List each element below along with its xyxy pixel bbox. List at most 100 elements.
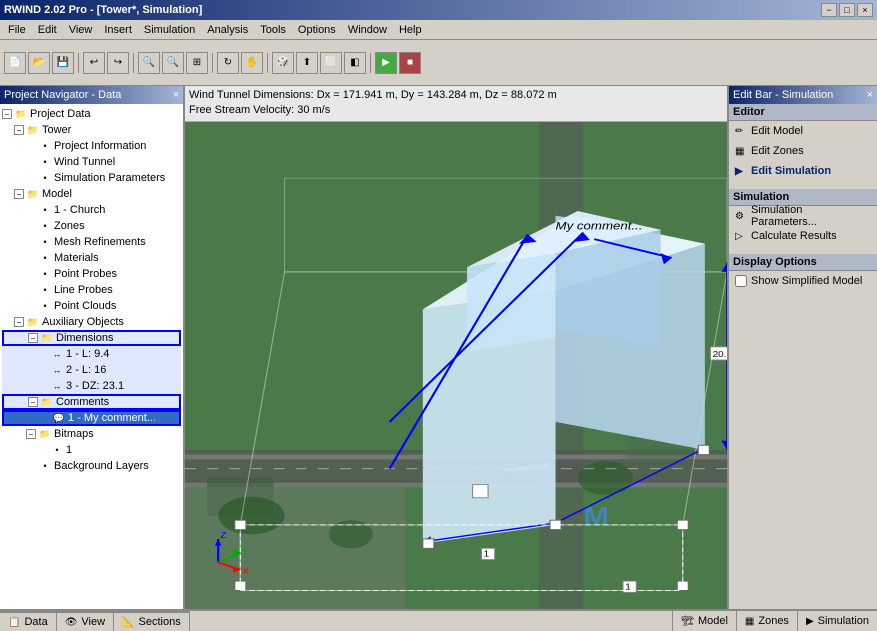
zones-tab[interactable]: ▦ Zones (736, 611, 797, 631)
tree-item-mesh-refinements[interactable]: •Mesh Refinements (2, 234, 181, 250)
expand-icon[interactable]: − (26, 429, 36, 439)
undo-btn[interactable]: ↩ (83, 52, 105, 74)
tree-label: Project Data (30, 108, 91, 120)
toolbar-sep-3 (212, 53, 213, 73)
tree-container[interactable]: −📁Project Data−📁Tower•Project Informatio… (0, 104, 183, 609)
menu-item-edit[interactable]: Edit (32, 22, 63, 38)
main-layout: Project Navigator - Data × −📁Project Dat… (0, 86, 877, 609)
toolbar-sep-1 (78, 53, 79, 73)
expand-icon[interactable]: − (14, 189, 24, 199)
tree-item-church[interactable]: •1 - Church (2, 202, 181, 218)
menu-item-insert[interactable]: Insert (98, 22, 138, 38)
rotate-btn[interactable]: ↻ (217, 52, 239, 74)
pan-btn[interactable]: ✋ (241, 52, 263, 74)
zoom-in-btn[interactable]: 🔍 (138, 52, 160, 74)
model-tab[interactable]: 🏗 Model (672, 611, 736, 631)
minimize-btn[interactable]: − (821, 3, 837, 17)
tree-item-model[interactable]: −📁Model (2, 186, 181, 202)
tree-item-dimensions[interactable]: −📁Dimensions (2, 330, 181, 346)
tree-item-dim1[interactable]: ↔1 - L: 9.4 (2, 346, 181, 362)
new-btn[interactable]: 📄 (4, 52, 26, 74)
edit-zones-btn[interactable]: ▦ Edit Zones (729, 141, 877, 161)
menu-item-view[interactable]: View (63, 22, 99, 38)
expand-icon[interactable]: − (28, 333, 38, 343)
tree-item-bitmaps[interactable]: −📁Bitmaps (2, 426, 181, 442)
calculate-results-btn[interactable]: ▷ Calculate Results (729, 226, 877, 246)
show-simplified-model-item[interactable]: Show Simplified Model (729, 271, 877, 291)
tree-item-tower[interactable]: −📁Tower (2, 122, 181, 138)
zones-tab-label: Zones (758, 615, 789, 627)
tree-item-point-probes[interactable]: •Point Probes (2, 266, 181, 282)
maximize-btn[interactable]: □ (839, 3, 855, 17)
tree-item-auxiliary-objects[interactable]: −📁Auxiliary Objects (2, 314, 181, 330)
edit-bar-close[interactable]: × (867, 89, 873, 101)
tree-item-wind-tunnel[interactable]: •Wind Tunnel (2, 154, 181, 170)
tree-item-point-clouds[interactable]: •Point Clouds (2, 298, 181, 314)
menu-item-simulation[interactable]: Simulation (138, 22, 201, 38)
display-options-section: Display Options (729, 254, 877, 271)
window-controls: − □ × (821, 3, 873, 17)
edit-model-btn[interactable]: ✏ Edit Model (729, 121, 877, 141)
item-icon: • (38, 459, 52, 473)
menu-item-help[interactable]: Help (393, 22, 428, 38)
svg-text:Y: Y (243, 547, 250, 556)
tree-item-background-layers[interactable]: •Background Layers (2, 458, 181, 474)
item-icon: • (38, 171, 52, 185)
status-bar: 📋 Data 👁 View 📐 Sections 🏗 Model ▦ Zones… (0, 609, 877, 631)
tree-item-project-info[interactable]: •Project Information (2, 138, 181, 154)
item-icon: • (38, 155, 52, 169)
simulation-params-btn[interactable]: ⚙ Simulation Parameters... (729, 206, 877, 226)
expand-icon[interactable]: − (28, 397, 38, 407)
simulation-tab-icon: ▶ (806, 616, 814, 627)
sections-tab[interactable]: 📐 Sections (114, 611, 190, 631)
view3d-btn[interactable]: 🎲 (272, 52, 294, 74)
save-btn[interactable]: 💾 (52, 52, 74, 74)
tree-item-materials[interactable]: •Materials (2, 250, 181, 266)
expand-icon[interactable]: − (14, 317, 24, 327)
tree-item-zones[interactable]: •Zones (2, 218, 181, 234)
show-simplified-checkbox[interactable] (735, 275, 747, 287)
tree-label: Mesh Refinements (54, 236, 146, 248)
3d-viewport[interactable]: M Promenade (185, 122, 727, 609)
simulation-tab[interactable]: ▶ Simulation (797, 611, 877, 631)
header-line1: Wind Tunnel Dimensions: Dx = 171.941 m, … (189, 88, 723, 103)
menu-item-file[interactable]: File (2, 22, 32, 38)
menu-item-window[interactable]: Window (342, 22, 393, 38)
tree-item-bitmap1[interactable]: •1 (2, 442, 181, 458)
open-btn[interactable]: 📂 (28, 52, 50, 74)
view-side-btn[interactable]: ◧ (344, 52, 366, 74)
edit-simulation-btn[interactable]: ▶ Edit Simulation (729, 161, 877, 181)
tree-item-line-probes[interactable]: •Line Probes (2, 282, 181, 298)
menu-item-options[interactable]: Options (292, 22, 342, 38)
zoom-fit-btn[interactable]: ⊞ (186, 52, 208, 74)
stop-btn[interactable]: ■ (399, 52, 421, 74)
menu-item-analysis[interactable]: Analysis (201, 22, 254, 38)
edit-bar-header: Edit Bar - Simulation × (729, 86, 877, 104)
menu-item-tools[interactable]: Tools (254, 22, 292, 38)
menu-bar: FileEditViewInsertSimulationAnalysisTool… (0, 20, 877, 40)
edit-zones-label: Edit Zones (751, 145, 804, 157)
zoom-out-btn[interactable]: 🔍 (162, 52, 184, 74)
data-tab[interactable]: 📋 Data (0, 611, 57, 631)
tree-item-comment1[interactable]: 💬1 - My comment... (2, 410, 181, 426)
viewport-panel: Wind Tunnel Dimensions: Dx = 171.941 m, … (185, 86, 727, 609)
toolbar: 📄 📂 💾 ↩ ↪ 🔍 🔍 ⊞ ↻ ✋ 🎲 ⬆ ⬜ ◧ ▶ ■ (0, 40, 877, 86)
expand-icon[interactable]: − (2, 109, 12, 119)
tree-item-sim-params[interactable]: •Simulation Parameters (2, 170, 181, 186)
tree-item-dim3[interactable]: ↔3 - DZ: 23.1 (2, 378, 181, 394)
expand-icon[interactable]: − (14, 125, 24, 135)
run-btn[interactable]: ▶ (375, 52, 397, 74)
tree-item-dim2[interactable]: ↔2 - L: 16 (2, 362, 181, 378)
edit-model-label: Edit Model (751, 125, 803, 137)
folder-icon: 📁 (26, 187, 40, 201)
folder-icon: 📁 (14, 107, 28, 121)
close-btn[interactable]: × (857, 3, 873, 17)
view-top-btn[interactable]: ⬆ (296, 52, 318, 74)
view-tab[interactable]: 👁 View (57, 611, 114, 631)
dimension-icon: ↔ (50, 363, 64, 377)
redo-btn[interactable]: ↪ (107, 52, 129, 74)
view-front-btn[interactable]: ⬜ (320, 52, 342, 74)
tree-item-project-data[interactable]: −📁Project Data (2, 106, 181, 122)
tree-item-comments[interactable]: −📁Comments (2, 394, 181, 410)
project-navigator-close[interactable]: × (173, 89, 179, 101)
